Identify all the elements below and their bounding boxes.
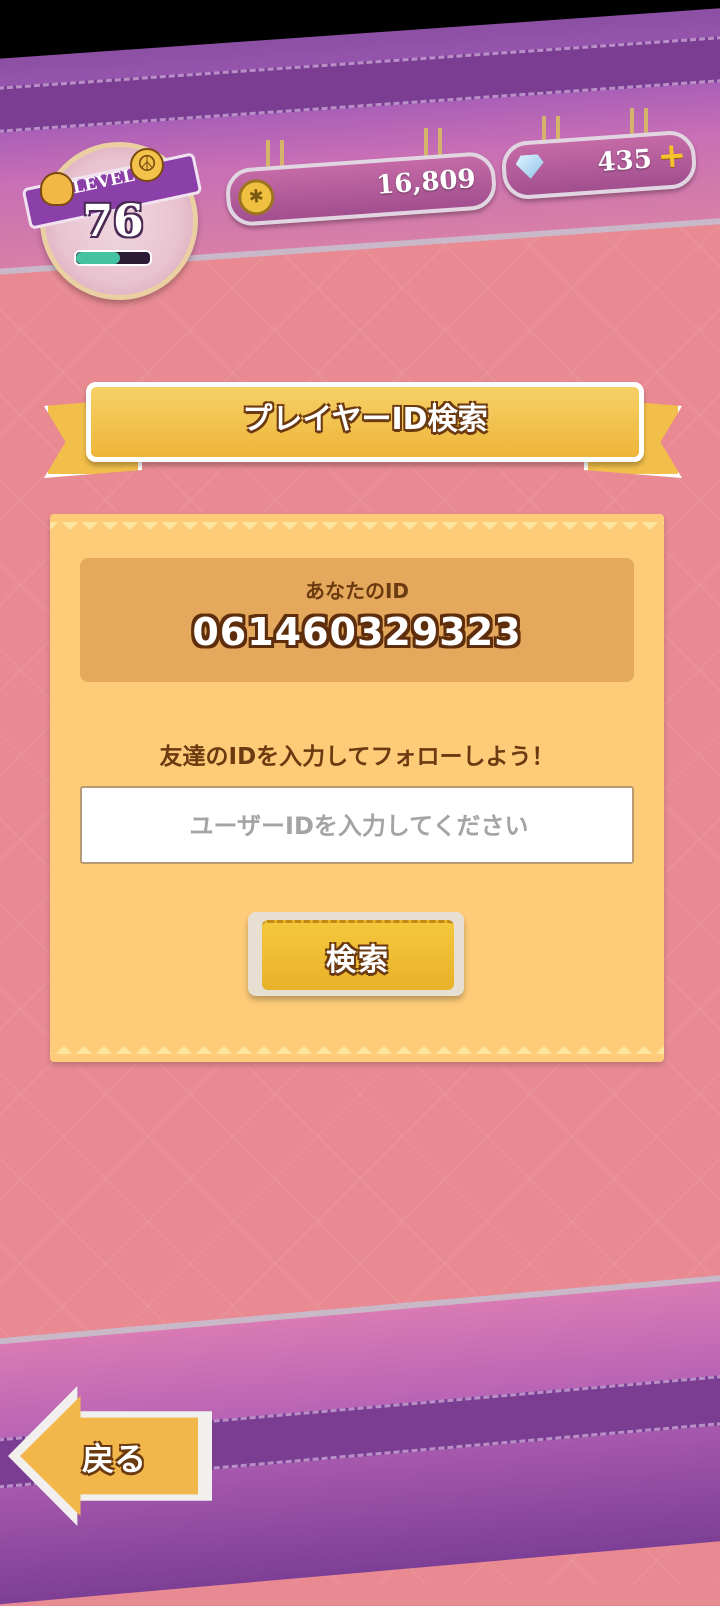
gem-value: 435 [596, 144, 653, 179]
plus-icon[interactable]: + [656, 135, 687, 177]
hand-icon [40, 172, 74, 206]
user-id-field[interactable] [80, 786, 636, 864]
peace-icon: ☮ [130, 148, 164, 182]
search-button-label: 検索 [326, 942, 390, 978]
gem-icon [515, 154, 545, 180]
level-progress-fill [76, 252, 121, 264]
search-button[interactable]: 検索 [262, 920, 454, 990]
level-progress-bar [74, 250, 152, 266]
back-button-label: 戻る [82, 1440, 147, 1478]
your-id-label: あなたのID [304, 579, 410, 603]
user-id-input[interactable] [82, 788, 636, 864]
coin-icon: ✱ [237, 178, 276, 217]
page-title: プレイヤーID検索 [242, 402, 488, 437]
level-number: 76 [82, 196, 144, 247]
your-id-value: 061460329323 [192, 610, 522, 654]
coin-value: 16,809 [375, 164, 477, 201]
back-button[interactable]: 戻る [8, 1386, 212, 1526]
instruction-text: 友達のIDを入力してフォローしよう！ [159, 744, 555, 770]
